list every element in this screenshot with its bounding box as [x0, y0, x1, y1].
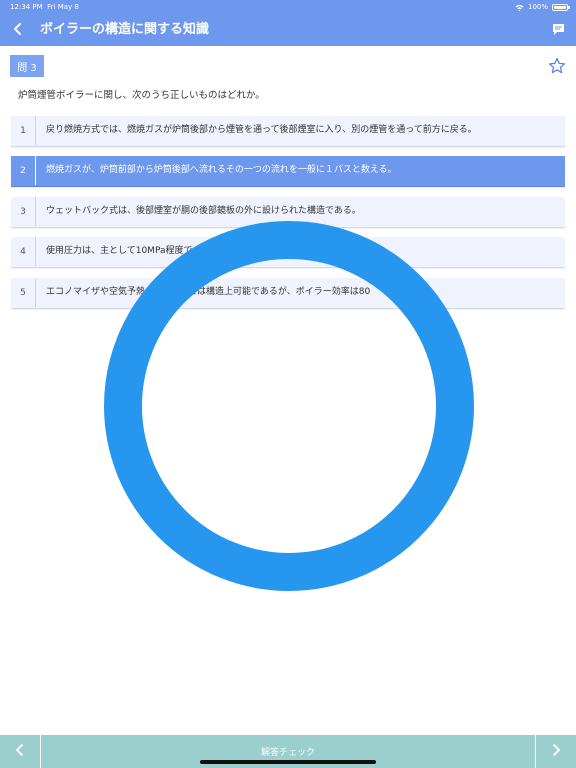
- page-title: ボイラーの構造に関する知識: [40, 22, 210, 37]
- next-question-button[interactable]: [535, 735, 576, 768]
- question-text: 炉筒煙管ボイラーに関し、次のうち正しいものはどれか。: [18, 90, 265, 101]
- status-clock: 12:34 PM: [10, 3, 43, 11]
- status-bar: 12:34 PM Fri May 8 100%: [0, 0, 576, 14]
- chat-bubble-icon: [552, 21, 565, 40]
- home-indicator: [200, 760, 376, 764]
- option-number: 2: [11, 156, 36, 185]
- option-text: 燃焼ガスが、炉筒前部から炉筒後部へ流れるその一つの流れを一般に１パスと数える。: [46, 165, 397, 175]
- favorite-button[interactable]: [548, 57, 566, 75]
- option-text: 使用圧力は、主として10MPa程度で: [46, 246, 193, 256]
- wifi-icon: [515, 4, 524, 11]
- option-text-continued: とは構造上可能であるが、ボイラー効率は80: [188, 287, 371, 297]
- chevron-right-icon: [551, 742, 561, 761]
- chevron-left-icon: [12, 21, 24, 40]
- status-indicators: 100%: [515, 0, 570, 14]
- battery-percent: 100%: [527, 3, 548, 11]
- option-2[interactable]: 2 燃焼ガスが、炉筒前部から炉筒後部へ流れるその一つの流れを一般に１パスと数える…: [11, 156, 565, 187]
- nav-bar: ボイラーの構造に関する知識: [0, 14, 576, 46]
- option-text: 戻り燃焼方式では、燃焼ガスが炉筒後部から煙管を通って後部煙室に入り、別の煙管を通…: [46, 125, 477, 135]
- status-time: 12:34 PM Fri May 8: [10, 0, 79, 14]
- option-text: ウェットバック式は、後部煙室が胴の後部鏡板の外に設けられた構造である。: [46, 206, 361, 216]
- option-number: 5: [11, 278, 36, 307]
- previous-question-button[interactable]: [0, 735, 41, 768]
- status-date: Fri May 8: [47, 3, 79, 11]
- chat-button[interactable]: [548, 20, 568, 40]
- option-5[interactable]: 5 エコノマイザや空気予熱 とは構造上可能であるが、ボイラー効率は80: [11, 278, 565, 309]
- option-number: 4: [11, 237, 36, 266]
- chevron-left-icon: [15, 742, 25, 761]
- option-number: 3: [11, 197, 36, 226]
- star-outline-icon: [548, 57, 566, 79]
- option-1[interactable]: 1 戻り燃焼方式では、燃焼ガスが炉筒後部から煙管を通って後部煙室に入り、別の煙管…: [11, 116, 565, 147]
- option-4[interactable]: 4 使用圧力は、主として10MPa程度で: [11, 237, 565, 268]
- correct-ring-icon: [104, 221, 474, 591]
- question-number-badge: 問 3: [10, 55, 44, 77]
- option-3[interactable]: 3 ウェットバック式は、後部煙室が胴の後部鏡板の外に設けられた構造である。: [11, 197, 565, 228]
- back-button[interactable]: [6, 18, 30, 42]
- battery-icon: [552, 3, 570, 11]
- option-text: エコノマイザや空気予熱: [46, 287, 146, 297]
- option-number: 1: [11, 116, 36, 145]
